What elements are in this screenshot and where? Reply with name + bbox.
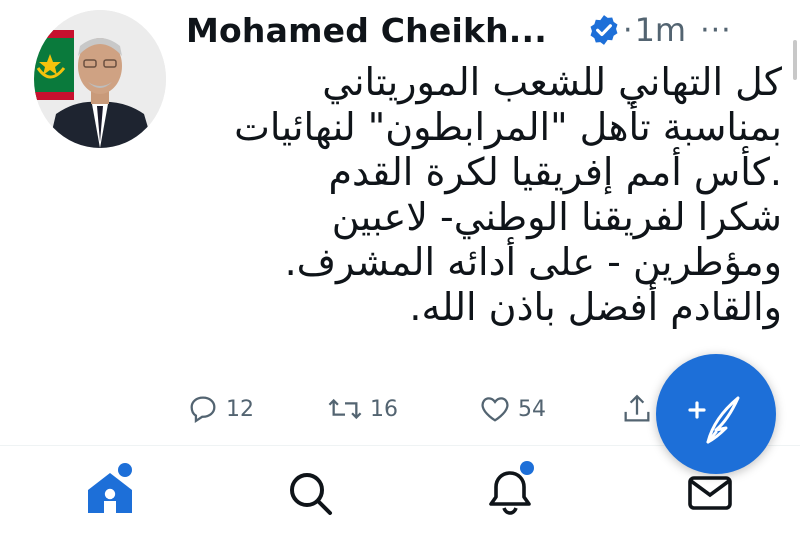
retweet-button[interactable]: 16 xyxy=(326,392,398,426)
tweet-line: بمناسبة تأهل "المرابطون" لنهائيات xyxy=(234,105,782,149)
author-name[interactable]: Mohamed Cheikh... xyxy=(186,11,547,50)
tweet-line: كل التهاني للشعب الموريتاني xyxy=(322,60,782,104)
retweet-icon xyxy=(328,398,362,420)
heart-icon xyxy=(481,397,509,422)
header-separator: · xyxy=(623,12,633,48)
nav-search[interactable] xyxy=(282,465,342,525)
reply-icon xyxy=(190,396,216,424)
nav-home[interactable] xyxy=(82,463,142,525)
reply-count: 12 xyxy=(226,396,254,422)
scrollbar[interactable] xyxy=(793,40,797,80)
tweet-header: Mohamed Cheikh... · 1m ··· xyxy=(186,4,780,56)
share-icon xyxy=(624,394,650,422)
tweet-line: والقادم أفضل باذن الله. xyxy=(409,285,782,329)
like-count: 54 xyxy=(518,396,546,422)
avatar[interactable] xyxy=(34,10,166,148)
nav-messages[interactable] xyxy=(682,465,742,525)
home-notification-dot xyxy=(118,463,132,477)
tweet-line: ومؤطرين - على أدائه المشرف. xyxy=(284,240,782,284)
avatar-photo xyxy=(34,10,166,148)
search-icon xyxy=(290,473,332,515)
tweet-timestamp[interactable]: 1m xyxy=(635,11,687,49)
like-button[interactable]: 54 xyxy=(478,392,546,426)
nav-notifications[interactable] xyxy=(482,461,542,525)
share-button[interactable] xyxy=(620,392,654,426)
tweet-line: شكرا لفريقنا الوطني- لاعبين xyxy=(331,195,782,239)
notifications-badge-dot xyxy=(520,461,534,475)
retweet-count: 16 xyxy=(370,396,398,422)
tweet-line: .كأس أمم إفريقيا لكرة القدم xyxy=(328,150,782,194)
tweet-text: كل التهاني للشعب الموريتاني بمناسبة تأهل… xyxy=(186,60,782,330)
verified-badge-icon xyxy=(587,13,621,47)
compose-tweet-icon xyxy=(688,396,740,444)
more-options-icon[interactable]: ··· xyxy=(700,13,732,48)
compose-tweet-button[interactable] xyxy=(656,354,776,474)
reply-button[interactable]: 12 xyxy=(186,392,254,426)
tweet-actions: 12 16 54 xyxy=(186,392,666,432)
